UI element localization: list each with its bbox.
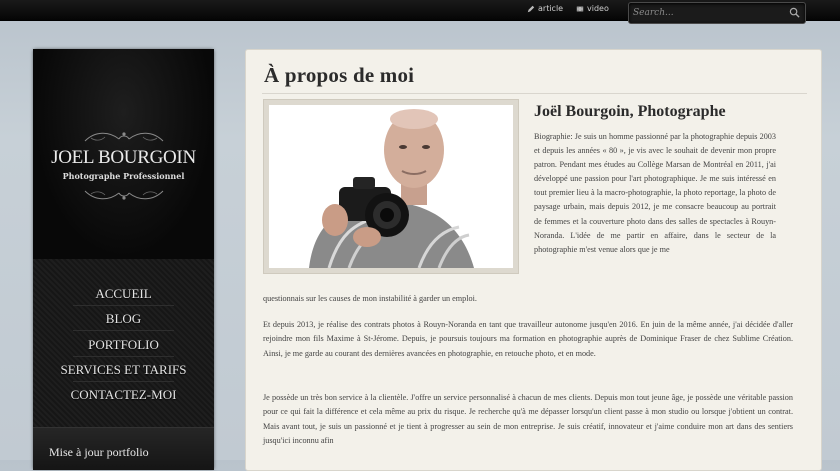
- logo-name: JOEL BOURGOIN: [51, 147, 196, 168]
- nav-divider: [73, 330, 174, 331]
- search-input[interactable]: [633, 5, 783, 20]
- nav-item-accueil[interactable]: ACCUEIL: [33, 286, 214, 302]
- video-link[interactable]: video: [576, 4, 609, 13]
- top-bar: article video: [0, 0, 840, 24]
- nav-item-blog[interactable]: BLOG: [33, 311, 214, 327]
- biography-text: Biographie: Je suis un homme passionné p…: [534, 132, 776, 254]
- main-nav: ACCUEIL BLOG PORTFOLIO SERVICES ET TARIF…: [33, 259, 214, 427]
- pencil-icon: [527, 5, 535, 12]
- paragraph-3: Je possède un très bon service à la clie…: [263, 393, 793, 446]
- profile-photo-frame: [263, 99, 519, 274]
- article-link-label: article: [538, 4, 564, 13]
- ornament-bottom-icon: [84, 190, 164, 200]
- nav-divider: [73, 381, 174, 382]
- nav-item-contactez-moi[interactable]: CONTACTEZ-MOI: [33, 387, 214, 403]
- nav-divider: [73, 305, 174, 306]
- title-divider: [262, 93, 807, 94]
- photographer-heading: Joël Bourgoin, Photographe: [534, 103, 726, 120]
- logo[interactable]: JOEL BOURGOIN Photographe Professionnel: [33, 49, 214, 260]
- biography-text-end: questionnais sur les causes de mon insta…: [263, 294, 477, 303]
- search-box: [628, 2, 806, 24]
- main-content: À propos de moi Joël Bourgoin, Photograp…: [245, 49, 822, 471]
- ornament-top-icon: [84, 132, 164, 142]
- nav-item-services-et-tarifs[interactable]: SERVICES ET TARIFS: [33, 362, 214, 378]
- sidebar: JOEL BOURGOIN Photographe Professionnel …: [33, 49, 214, 470]
- logo-subtitle: Photographe Professionnel: [62, 171, 185, 181]
- nav-divider: [73, 356, 174, 357]
- portfolio-update-widget: Mise à jour portfolio: [33, 427, 214, 470]
- video-link-label: video: [587, 4, 609, 13]
- page-title: À propos de moi: [264, 63, 415, 87]
- search-icon[interactable]: [789, 7, 800, 18]
- nav-item-portfolio[interactable]: PORTFOLIO: [33, 337, 214, 353]
- profile-photo: [269, 105, 513, 268]
- article-link[interactable]: article: [527, 4, 563, 13]
- film-icon: [576, 6, 584, 11]
- widget-title: Mise à jour portfolio: [49, 445, 149, 459]
- paragraph-2: Et depuis 2013, je réalise des contrats …: [263, 320, 793, 358]
